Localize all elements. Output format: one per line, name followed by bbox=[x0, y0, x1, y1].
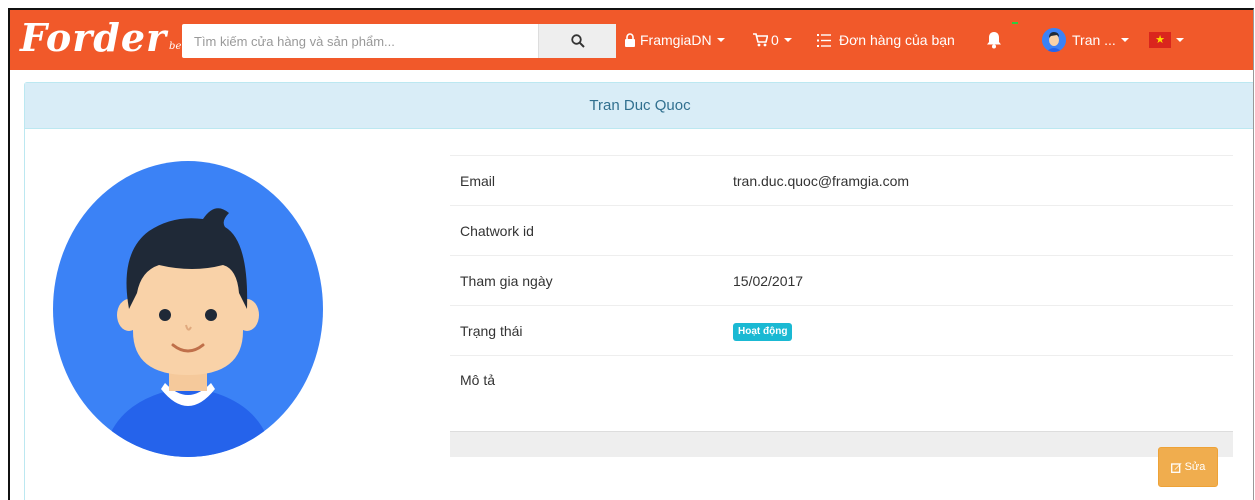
orders-label: Đơn hàng của bạn bbox=[839, 32, 955, 48]
edit-button[interactable]: Sửa bbox=[1158, 447, 1218, 487]
list-icon bbox=[817, 33, 831, 47]
search-icon bbox=[570, 34, 585, 48]
search-input[interactable] bbox=[182, 24, 538, 58]
profile-info-table: Email tran.duc.quoc@framgia.com Chatwork… bbox=[450, 155, 1233, 431]
shop-menu[interactable]: FramgiaDN bbox=[624, 10, 725, 70]
avatar bbox=[1042, 28, 1066, 52]
join-date-value: 15/02/2017 bbox=[733, 272, 804, 289]
top-navbar: Forder beta FramgiaDN bbox=[10, 10, 1253, 70]
search-box bbox=[182, 24, 616, 58]
email-value: tran.duc.quoc@framgia.com bbox=[733, 172, 910, 189]
info-row-status: Trạng thái Hoạt động bbox=[450, 306, 1233, 356]
profile-avatar bbox=[53, 161, 323, 457]
profile-name: Tran Duc Quoc bbox=[589, 97, 691, 114]
logo-text: Forder bbox=[20, 15, 168, 60]
notifications-button[interactable] bbox=[986, 10, 1002, 70]
logo[interactable]: Forder beta bbox=[20, 16, 191, 60]
notification-indicator bbox=[1012, 22, 1018, 24]
status-badge: Hoạt động bbox=[733, 322, 793, 341]
edit-button-label: Sửa bbox=[1184, 461, 1206, 473]
lock-icon bbox=[625, 33, 635, 47]
user-menu-label: Tran ... bbox=[1072, 32, 1116, 48]
profile-panel-footer bbox=[450, 431, 1233, 457]
profile-panel-heading: Tran Duc Quoc bbox=[25, 83, 1253, 129]
orders-link[interactable]: Đơn hàng của bạn bbox=[817, 10, 955, 70]
language-menu[interactable]: ★ bbox=[1149, 10, 1184, 70]
chevron-down-icon bbox=[783, 38, 792, 42]
cart-icon bbox=[753, 33, 768, 47]
info-row-description: Mô tả bbox=[450, 356, 1233, 431]
bell-icon bbox=[987, 32, 1001, 49]
cart-menu[interactable]: 0 bbox=[753, 10, 792, 70]
info-label: Email bbox=[460, 172, 496, 189]
vietnam-flag-icon: ★ bbox=[1149, 32, 1171, 48]
user-avatar-illustration bbox=[53, 161, 323, 457]
info-label: Mô tả bbox=[460, 372, 496, 388]
profile-panel: Tran Duc Quoc Email tran.duc.quoc@framgi… bbox=[24, 82, 1253, 500]
shop-menu-label: FramgiaDN bbox=[640, 32, 712, 48]
edit-icon bbox=[1170, 462, 1182, 473]
search-button[interactable] bbox=[538, 24, 616, 58]
status-cell: Hoạt động bbox=[733, 321, 1233, 341]
user-menu[interactable]: Tran ... bbox=[1042, 10, 1129, 70]
chevron-down-icon bbox=[1176, 38, 1184, 42]
chevron-down-icon bbox=[716, 38, 725, 42]
info-row-join-date: Tham gia ngày 15/02/2017 bbox=[450, 256, 1233, 306]
user-avatar-icon bbox=[1042, 28, 1066, 52]
info-label: Tham gia ngày bbox=[460, 272, 553, 289]
info-label: Trạng thái bbox=[460, 322, 523, 339]
info-label: Chatwork id bbox=[460, 222, 534, 239]
cart-count: 0 bbox=[771, 32, 779, 48]
chevron-down-icon bbox=[1120, 38, 1129, 42]
info-row-email: Email tran.duc.quoc@framgia.com bbox=[450, 156, 1233, 206]
app-window: Forder beta FramgiaDN bbox=[8, 8, 1254, 500]
info-row-chatwork: Chatwork id bbox=[450, 206, 1233, 256]
